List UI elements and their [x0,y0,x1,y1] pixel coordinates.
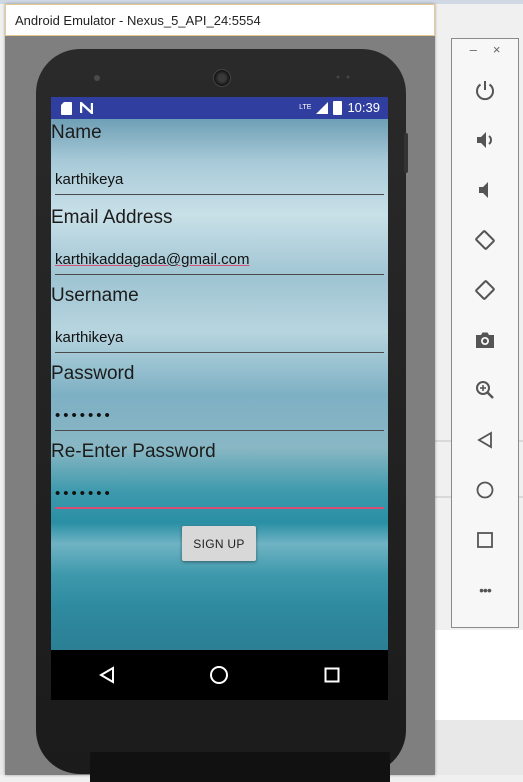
emulator-window: Android Emulator - Nexus_5_API_24:5554 L… [5,4,435,782]
rotate-left-button[interactable] [470,225,500,255]
nav-back-button[interactable] [87,655,127,695]
home-button[interactable] [470,475,500,505]
emulator-side-toolbar: – × ••• [451,38,519,628]
more-button[interactable]: ••• [470,575,500,605]
back-button[interactable] [470,425,500,455]
zoom-button[interactable] [470,375,500,405]
window-title: Android Emulator - Nexus_5_API_24:5554 [15,12,261,28]
camera-icon [476,332,494,348]
username-input[interactable] [55,323,384,353]
speaker-dots [336,75,350,79]
close-button[interactable]: × [493,42,501,57]
home-icon [476,481,494,499]
volume-down-icon [479,182,488,198]
overview-button[interactable] [470,525,500,555]
emulator-titlebar[interactable]: Android Emulator - Nexus_5_API_24:5554 [5,4,435,36]
password-input[interactable] [55,401,384,431]
volume-down-button[interactable] [470,175,500,205]
battery-icon [333,100,343,115]
email-input[interactable] [55,245,384,275]
phone-side-button[interactable] [404,133,408,173]
minimize-button[interactable]: – [470,42,477,57]
zoom-in-icon [476,381,494,399]
phone-bottom-bar [90,752,390,782]
overview-icon [477,532,493,548]
nav-recents-button[interactable] [312,655,352,695]
front-camera [213,69,231,87]
signal-icon [316,101,329,114]
signup-form: Name Email Address Username Password Re-… [51,119,388,650]
volume-up-button[interactable] [470,125,500,155]
recents-square-icon [324,667,340,683]
sensor-dot [94,75,100,81]
navigation-bar [51,650,388,700]
name-input[interactable] [55,165,384,195]
nav-home-button[interactable] [199,655,239,695]
reenter-password-label: Re-Enter Password [51,441,216,462]
screenshot-button[interactable] [470,325,500,355]
signup-button[interactable]: SIGN UP [182,526,256,561]
background-panel [434,630,523,720]
status-bar: LTE 10:39 [51,97,388,119]
password-label: Password [51,363,135,384]
username-label: Username [51,285,139,306]
status-time: 10:39 [347,100,380,115]
name-label: Name [51,122,102,143]
home-circle-icon [210,666,229,684]
rotate-left-icon [475,230,495,250]
reenter-password-input[interactable] [55,479,384,509]
power-button[interactable] [470,75,500,105]
sd-card-icon [61,101,72,115]
notification-n-icon [80,102,93,114]
device-screen: LTE 10:39 Name Email Address Username Pa… [51,97,388,700]
back-triangle-icon [99,666,115,684]
rotate-right-icon [475,280,495,300]
network-type-label: LTE [299,104,312,111]
power-icon [476,81,494,101]
email-label: Email Address [51,207,173,228]
rotate-right-button[interactable] [470,275,500,305]
volume-up-icon [477,132,492,148]
back-icon [477,431,492,449]
